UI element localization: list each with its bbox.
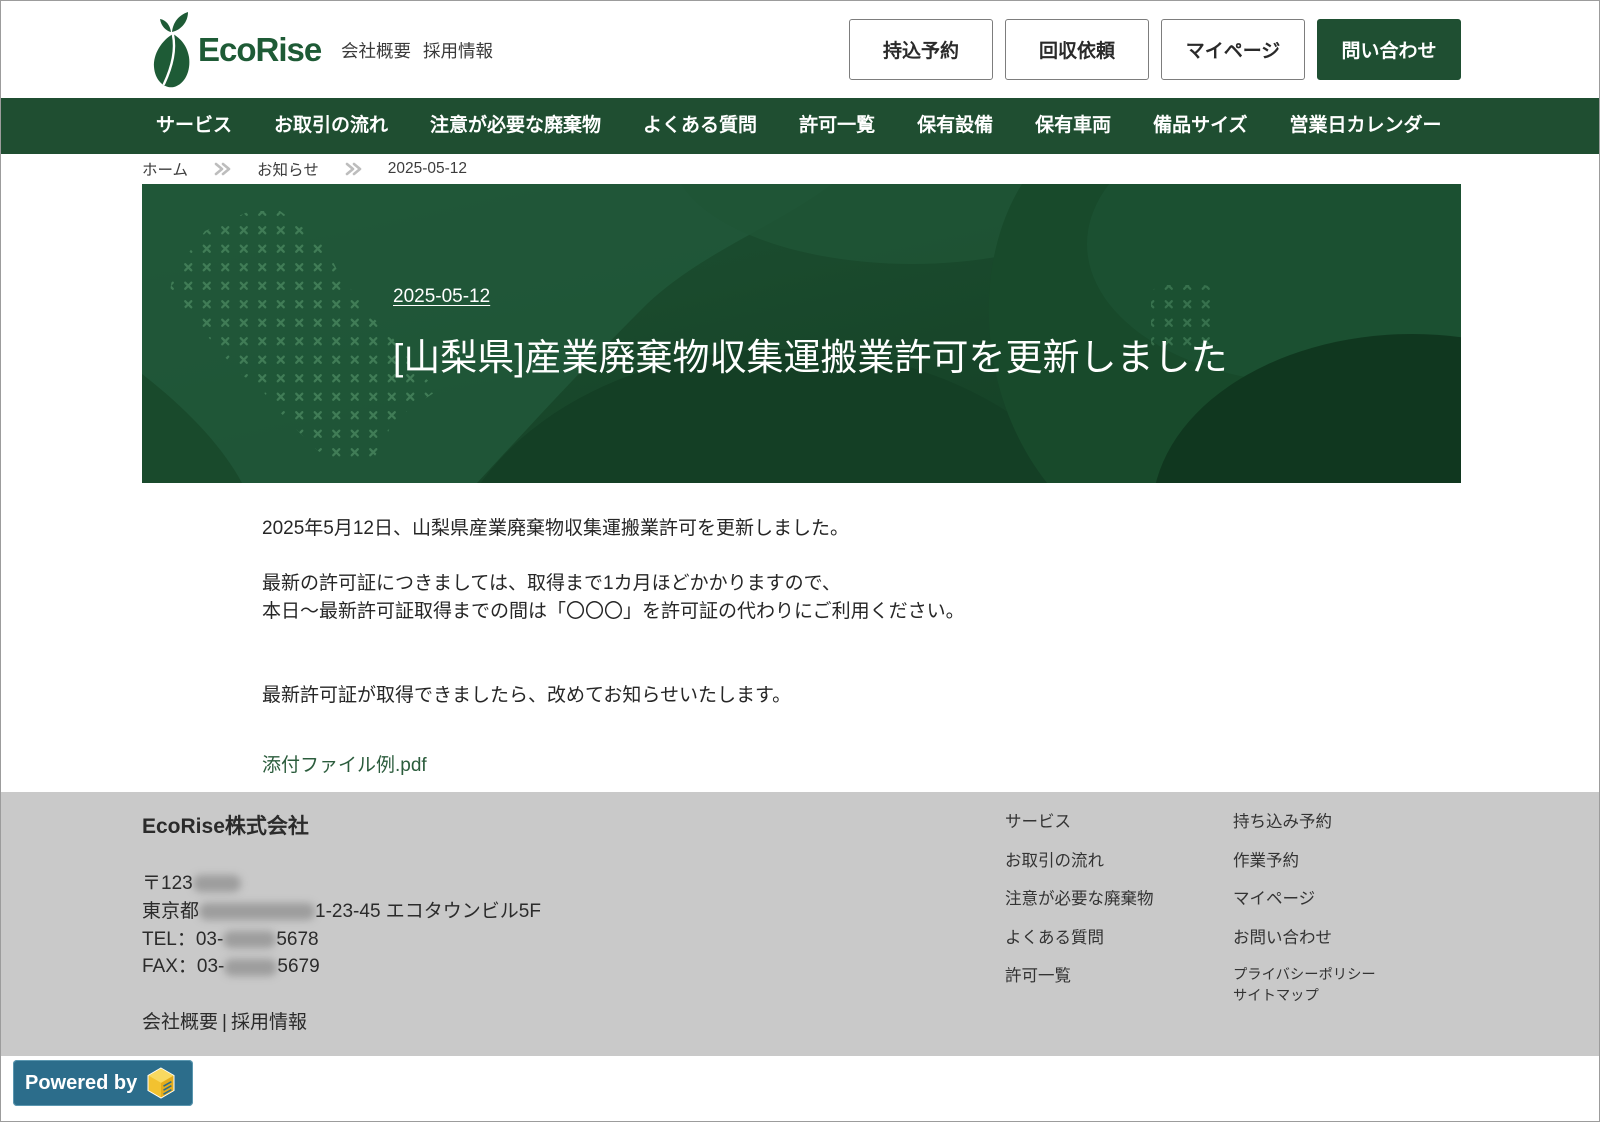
- redacted-blur: [192, 875, 241, 893]
- article-paragraph: 2025年5月12日、山梨県産業廃棄物収集運搬業許可を更新しました。: [262, 518, 849, 539]
- footer-bottom-links: 会社概要 | 採用情報: [142, 1009, 307, 1037]
- breadcrumb-home[interactable]: ホーム: [142, 158, 188, 180]
- nav-item-services[interactable]: サービス: [156, 115, 232, 136]
- article-paragraph: 最新の許可証につきましては、取得まで1カ月ほどかかりますので、 本日～最新許可証…: [262, 570, 1362, 626]
- footer-address-text: 5678: [276, 928, 319, 950]
- footer-company-name: EcoRise株式会社: [142, 815, 309, 838]
- footer-nav-column-1: サービス お取引の流れ 注意が必要な廃棄物 よくある質問 許可一覧: [1005, 811, 1154, 1004]
- pickup-request-button[interactable]: 回収依頼: [1005, 19, 1149, 80]
- company-link[interactable]: 会社概要: [341, 39, 411, 63]
- drop-off-reservation-button[interactable]: 持込予約: [849, 19, 993, 80]
- footer-link-transaction-flow[interactable]: お取引の流れ: [1005, 852, 1104, 870]
- redacted-blur: [223, 930, 277, 948]
- footer-link-privacy-policy[interactable]: プライバシーポリシー: [1233, 967, 1376, 983]
- nav-item-permits[interactable]: 許可一覧: [799, 115, 875, 136]
- footer-company-link[interactable]: 会社概要: [142, 1009, 218, 1037]
- page: EcoRise 会社概要 採用情報 持込予約 回収依頼 マイページ 問い合わせ …: [0, 0, 1600, 1122]
- footer-address-text: 〒123: [142, 873, 193, 894]
- mypage-button[interactable]: マイページ: [1161, 19, 1305, 80]
- footer-link-services[interactable]: サービス: [1005, 813, 1071, 831]
- footer-address-text: 1-23-45 エコタウンビル5F: [315, 900, 541, 922]
- footer-link-permits[interactable]: 許可一覧: [1005, 967, 1071, 985]
- hero-background: [142, 184, 1461, 483]
- article-hero: 2025-05-12 [山梨県]産業廃棄物収集運搬業許可を更新しました: [142, 184, 1461, 483]
- article-paragraph-line: 最新の許可証につきましては、取得まで1カ月ほどかかりますので、: [262, 573, 841, 594]
- main-nav: サービス お取引の流れ 注意が必要な廃棄物 よくある質問 許可一覧 保有設備 保…: [1, 98, 1599, 154]
- article-paragraph: 最新許可証が取得できましたら、改めてお知らせいたします。: [262, 685, 792, 706]
- footer-link-mypage[interactable]: マイページ: [1233, 890, 1315, 908]
- footer-address-text: TEL：03-: [142, 928, 224, 950]
- footer-link-work-reservation[interactable]: 作業予約: [1233, 852, 1299, 870]
- footer-address-text: FAX：03-: [142, 956, 225, 978]
- nav-item-container-sizes[interactable]: 備品サイズ: [1153, 115, 1247, 136]
- footer-recruit-link[interactable]: 採用情報: [231, 1009, 307, 1037]
- footer-link-separator: |: [222, 1012, 227, 1033]
- logo-text: EcoRise: [198, 31, 322, 68]
- double-chevron-right-icon: [345, 162, 362, 176]
- nav-item-caution-waste[interactable]: 注意が必要な廃棄物: [430, 115, 601, 136]
- recruit-link[interactable]: 採用情報: [423, 39, 493, 63]
- footer-tel: TEL：03- 5678: [142, 926, 541, 954]
- header-utility-links: 会社概要 採用情報: [341, 39, 493, 63]
- footer-link-contact[interactable]: お問い合わせ: [1233, 929, 1332, 947]
- contact-button[interactable]: 問い合わせ: [1317, 19, 1461, 80]
- nav-item-vehicles[interactable]: 保有車両: [1035, 115, 1111, 136]
- nav-item-faq[interactable]: よくある質問: [643, 115, 757, 136]
- footer-link-caution-waste[interactable]: 注意が必要な廃棄物: [1005, 890, 1154, 908]
- article-date: 2025-05-12: [393, 286, 491, 307]
- article-title: [山梨県]産業廃棄物収集運搬業許可を更新しました: [393, 337, 1228, 378]
- footer-street-address: 東京都 1-23-45 エコタウンビル5F: [142, 898, 541, 926]
- article-paragraph-line: 本日～最新許可証取得までの間は「〇〇〇」を許可証の代わりにご利用ください。: [262, 601, 965, 622]
- attachment-row: 添付ファイル例.pdf: [262, 752, 1362, 780]
- footer-link-faq[interactable]: よくある質問: [1005, 929, 1104, 947]
- footer-nav-column-2: 持ち込み予約 作業予約 マイページ お問い合わせ プライバシーポリシー サイトマ…: [1233, 811, 1376, 1007]
- site-header: EcoRise 会社概要 採用情報 持込予約 回収依頼 マイページ 問い合わせ: [1, 1, 1599, 98]
- footer-link-sitemap[interactable]: サイトマップ: [1233, 988, 1319, 1004]
- powered-by-badge[interactable]: Powered by: [13, 1060, 193, 1106]
- cube-logo-icon: [147, 1067, 175, 1099]
- breadcrumb-current: 2025-05-12: [387, 160, 468, 177]
- footer-address-text: 5679: [277, 956, 320, 978]
- nav-item-equipment[interactable]: 保有設備: [917, 115, 993, 136]
- header-buttons: 持込予約 回収依頼 マイページ 問い合わせ: [849, 19, 1461, 80]
- site-footer: EcoRise株式会社 〒123 東京都 1-23-45 エコタウンビル5F T…: [1, 792, 1599, 1056]
- article-body: 2025年5月12日、山梨県産業廃棄物収集運搬業許可を更新しました。 最新の許可…: [262, 515, 1362, 780]
- attachment-pdf-link[interactable]: 添付ファイル例.pdf: [262, 755, 427, 776]
- footer-address: 〒123 東京都 1-23-45 エコタウンビル5F TEL：03- 5678 …: [142, 870, 541, 981]
- breadcrumb-news[interactable]: お知らせ: [257, 158, 319, 180]
- footer-address-text: 東京都: [142, 900, 200, 922]
- footer-fax: FAX：03- 5679: [142, 953, 541, 981]
- breadcrumb: ホーム お知らせ 2025-05-12: [142, 156, 467, 182]
- sprout-leaf-logo-icon: [153, 12, 190, 88]
- footer-link-drop-off-reservation[interactable]: 持ち込み予約: [1233, 813, 1332, 831]
- main-nav-list: サービス お取引の流れ 注意が必要な廃棄物 よくある質問 許可一覧 保有設備 保…: [156, 98, 1442, 154]
- redacted-blur: [199, 903, 316, 921]
- nav-item-business-calendar[interactable]: 営業日カレンダー: [1290, 115, 1442, 136]
- footer-postal-code: 〒123: [142, 870, 541, 898]
- logo-link[interactable]: EcoRise: [152, 9, 327, 89]
- nav-item-transaction-flow[interactable]: お取引の流れ: [274, 115, 388, 136]
- powered-by-label: Powered by: [25, 1071, 138, 1094]
- redacted-blur: [224, 958, 278, 976]
- double-chevron-right-icon: [214, 162, 231, 176]
